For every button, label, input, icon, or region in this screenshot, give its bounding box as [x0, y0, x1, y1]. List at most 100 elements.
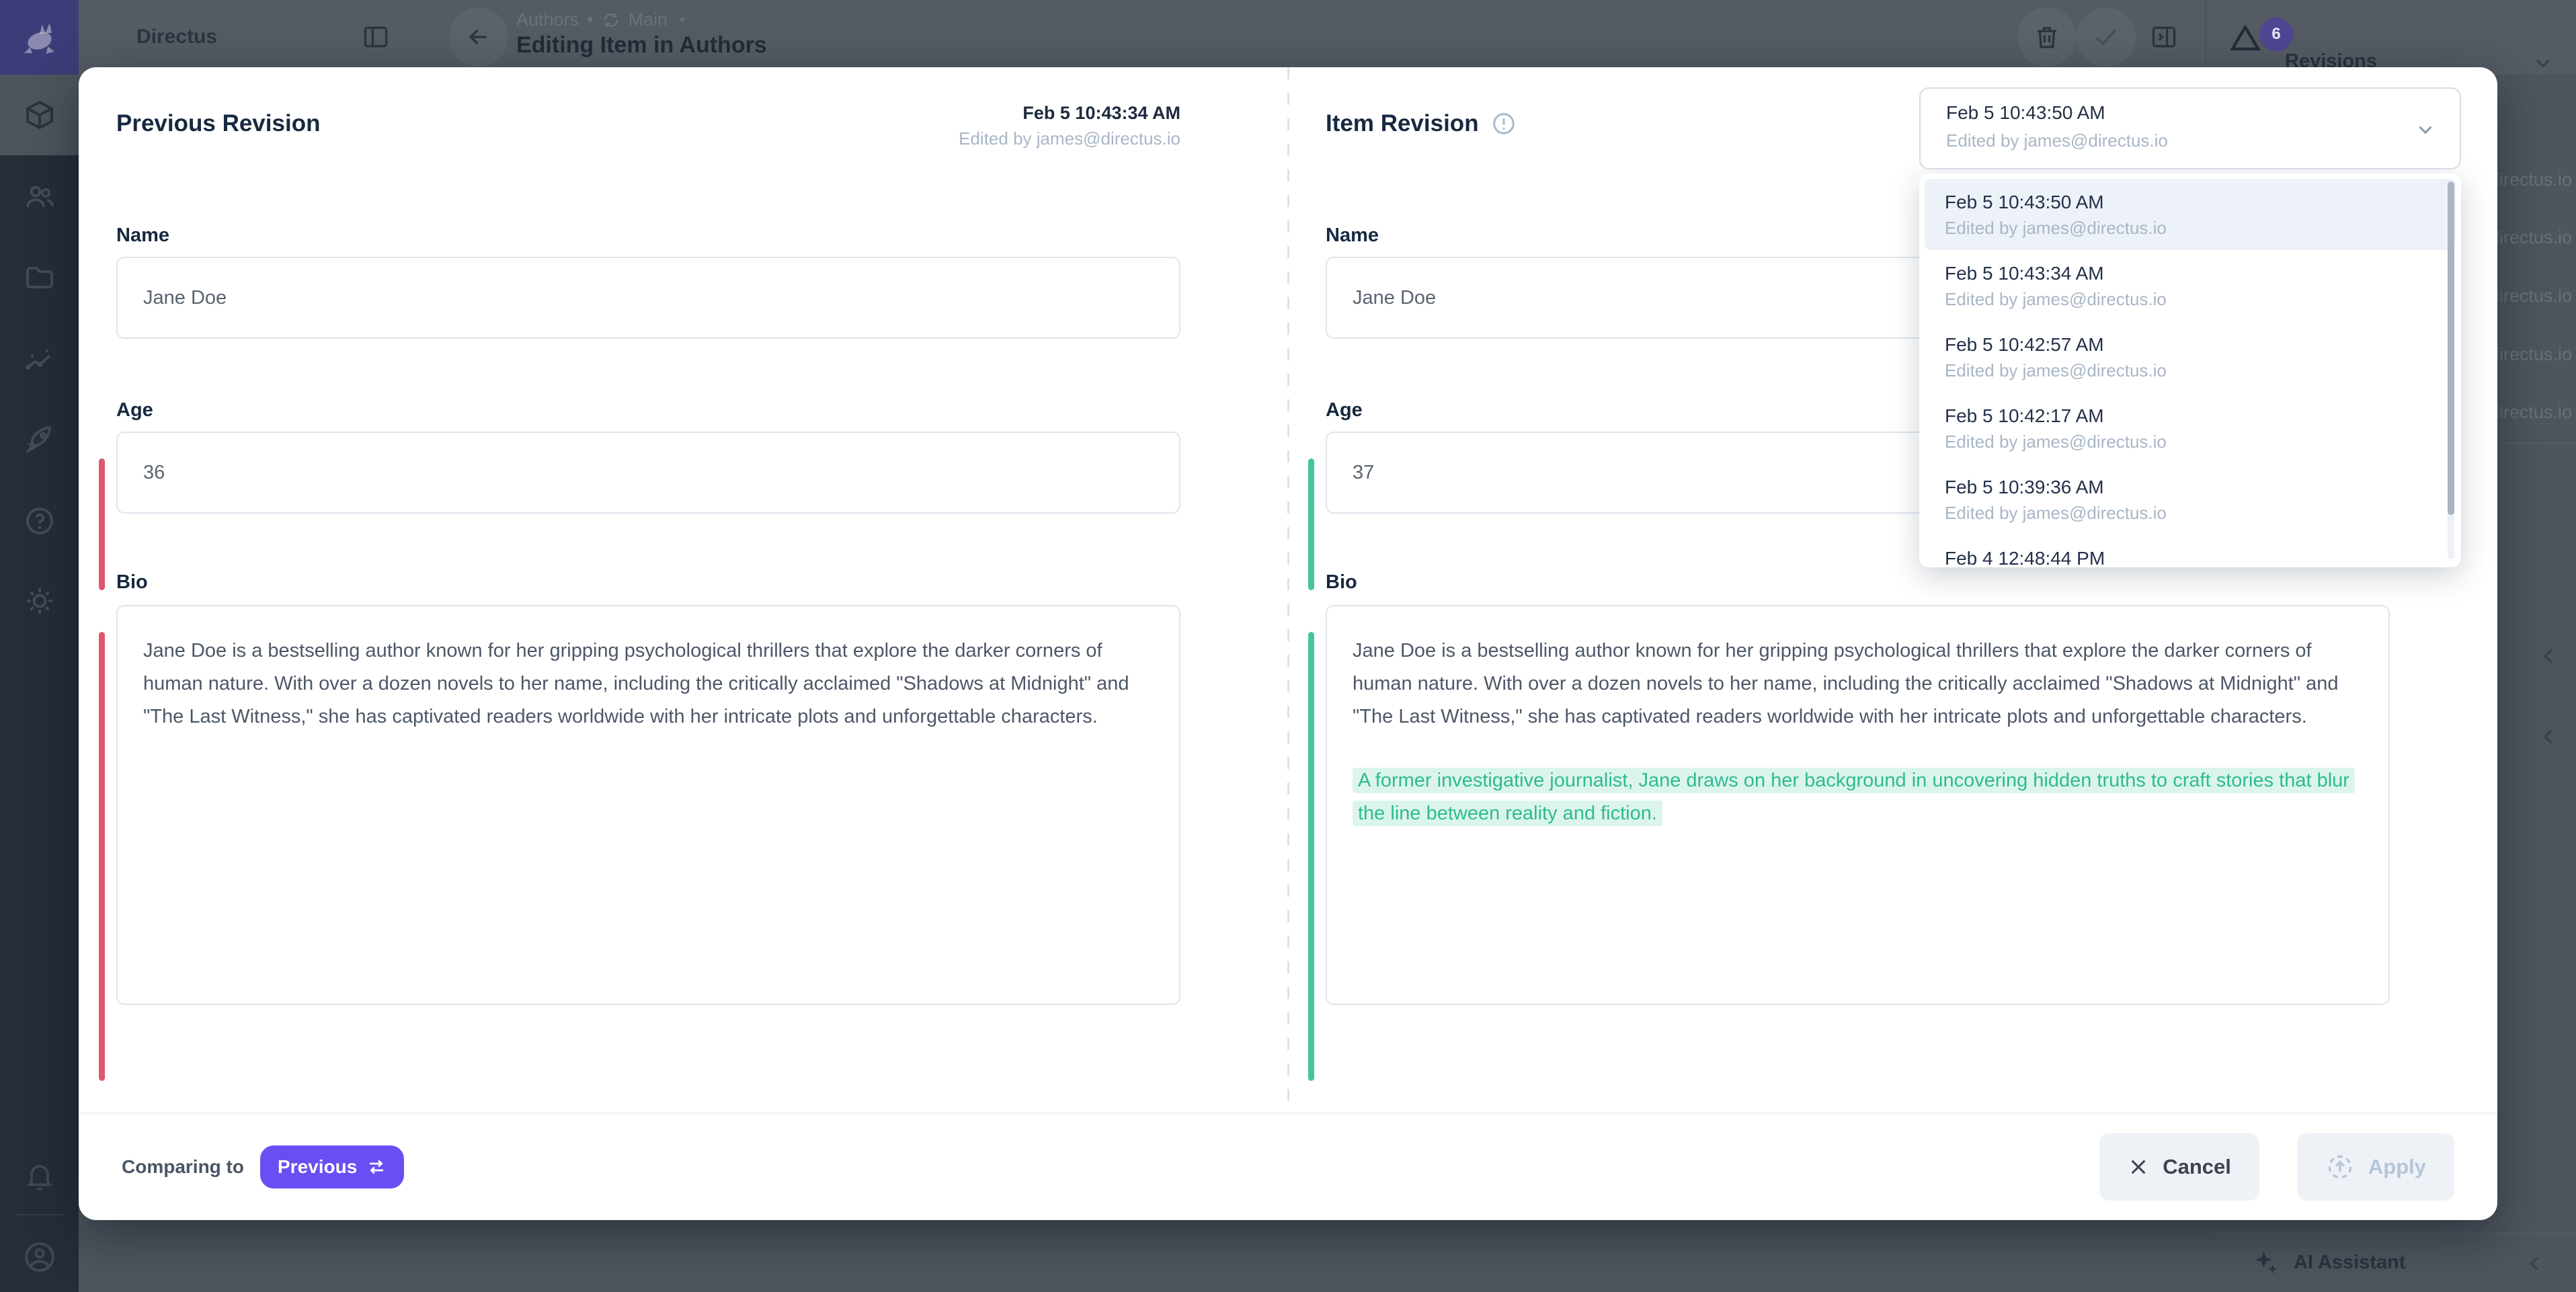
item-revision-title: Item Revision	[1326, 110, 1479, 137]
help-icon	[24, 505, 56, 537]
revisions-collapse-chevron-icon[interactable]	[2531, 51, 2555, 75]
avatar-icon	[22, 1240, 57, 1275]
close-icon	[2128, 1156, 2149, 1178]
compare-target-button[interactable]: Previous	[260, 1145, 404, 1188]
page-title: Editing Item in Authors	[516, 32, 767, 58]
trash-icon[interactable]	[2017, 7, 2077, 67]
revision-option[interactable]: Feb 5 10:43:50 AM Edited by james@direct…	[1925, 179, 2456, 250]
revision-option[interactable]: Feb 5 10:42:17 AM Edited by james@direct…	[1925, 393, 2456, 464]
revision-select[interactable]: Feb 5 10:43:50 AM Edited by james@direct…	[1919, 87, 2461, 169]
revision-option[interactable]: Feb 5 10:42:57 AM Edited by james@direct…	[1925, 321, 2456, 393]
cancel-label: Cancel	[2163, 1155, 2231, 1179]
revision-option-time: Feb 4 12:48:44 PM	[1945, 546, 2436, 567]
sparkles-icon	[2252, 1249, 2280, 1277]
previous-revision-column: Previous Revision Feb 5 10:43:34 AM Edit…	[79, 67, 1288, 1113]
revision-option[interactable]: Feb 5 10:39:36 AM Edited by james@direct…	[1925, 464, 2456, 535]
sidebar-item-users[interactable]	[0, 157, 79, 237]
breadcrumb-version[interactable]: Main	[629, 9, 668, 30]
apply-upload-icon	[2325, 1152, 2355, 1182]
revision-option-time: Feb 5 10:43:50 AM	[1945, 190, 2436, 215]
column-dashed-divider	[1287, 67, 1289, 1113]
name-field-group: Name Jane Doe	[116, 222, 1180, 339]
previous-revision-editor: Edited by james@directus.io	[959, 125, 1180, 152]
bio-text: Jane Doe is a bestselling author known f…	[1353, 635, 2363, 733]
toolbar-divider	[2205, 0, 2206, 75]
folder-icon	[24, 261, 56, 294]
sidebar-item-settings[interactable]	[0, 561, 79, 641]
revision-option-editor: Edited by james@directus.io	[1945, 359, 2436, 382]
info-icon	[1491, 111, 1517, 136]
apply-button[interactable]: Apply	[2297, 1133, 2454, 1201]
app-root: Directus Authors • Main Editing Item in …	[0, 0, 2576, 1292]
check-icon[interactable]	[2077, 7, 2136, 67]
version-sync-icon	[602, 11, 620, 30]
age-input: 36	[116, 432, 1180, 514]
removed-change-marker	[99, 632, 105, 1081]
sidebar-item-content[interactable]	[0, 75, 79, 155]
revision-option-time: Feb 5 10:43:34 AM	[1945, 261, 2436, 286]
revision-compare-modal: Previous Revision Feb 5 10:43:34 AM Edit…	[79, 67, 2497, 1220]
age-label: Age	[116, 397, 1180, 423]
bell-icon	[24, 1160, 56, 1193]
compare-target-label: Previous	[278, 1156, 357, 1178]
revision-option[interactable]: Feb 5 10:43:34 AM Edited by james@direct…	[1925, 250, 2456, 321]
sidebar-item-marketplace[interactable]	[0, 399, 79, 479]
previous-revision-timestamp: Feb 5 10:43:34 AM	[959, 101, 1180, 125]
added-change-marker	[1308, 458, 1314, 590]
bio-field-group: Bio Jane Doe is a bestselling author kno…	[116, 569, 1180, 1005]
ai-collapse-chevron-icon[interactable]	[2522, 1252, 2546, 1276]
user-avatar[interactable]	[0, 1217, 79, 1292]
collapse-sidebar-icon[interactable]	[346, 7, 405, 67]
revisions-delta-icon[interactable]	[2227, 0, 2263, 75]
revision-select-value: Feb 5 10:43:50 AM	[1946, 102, 2105, 124]
module-bar	[0, 0, 79, 1292]
apply-label: Apply	[2368, 1155, 2426, 1179]
bio-added-text: A former investigative journalist, Jane …	[1353, 764, 2363, 830]
cancel-button[interactable]: Cancel	[2099, 1133, 2259, 1201]
breadcrumb[interactable]: Authors • Main	[516, 9, 689, 30]
bio-textarea: Jane Doe is a bestselling author known f…	[116, 605, 1180, 1005]
people-icon	[24, 181, 56, 213]
scrollbar-thumb[interactable]	[2448, 181, 2454, 515]
project-name: Directus	[136, 26, 217, 48]
dropdown-scrollbar[interactable]	[2448, 181, 2454, 559]
ai-assistant-bar[interactable]: AI Assistant	[2214, 1233, 2576, 1292]
revision-option[interactable]: Feb 4 12:48:44 PM Edited by james@direct…	[1925, 535, 2456, 567]
revisions-count-badge: 6	[2259, 17, 2293, 51]
sidebar-item-files[interactable]	[0, 237, 79, 318]
chevron-down-icon	[2414, 118, 2437, 141]
revision-option-time: Feb 5 10:42:17 AM	[1945, 403, 2436, 429]
bio-field-group: Bio Jane Doe is a bestselling author kno…	[1326, 569, 2390, 1005]
back-button[interactable]	[449, 7, 508, 67]
revision-option-editor: Edited by james@directus.io	[1945, 216, 2436, 239]
directus-logo[interactable]	[0, 0, 79, 75]
settings-icon	[24, 585, 56, 617]
breadcrumb-separator: •	[587, 9, 593, 30]
bio-label: Bio	[116, 569, 1180, 596]
revision-option-time: Feb 5 10:42:57 AM	[1945, 332, 2436, 358]
ai-assistant-label: AI Assistant	[2294, 1252, 2406, 1274]
box-icon	[24, 99, 56, 131]
bio-label: Bio	[1326, 569, 2390, 596]
added-change-marker	[1308, 632, 1314, 1081]
comparing-to-label: Comparing to	[122, 1156, 244, 1178]
right-panel-icon[interactable]	[2134, 7, 2193, 67]
panel-collapse-chevron-icon[interactable]	[2536, 724, 2561, 750]
revision-dropdown-menu: Feb 5 10:43:50 AM Edited by james@direct…	[1919, 173, 2461, 567]
directus-logo-icon	[20, 18, 59, 57]
sidebar-divider	[15, 1214, 64, 1215]
notifications-button[interactable]	[0, 1136, 79, 1217]
name-label: Name	[116, 222, 1180, 249]
revision-option-time: Feb 5 10:39:36 AM	[1945, 475, 2436, 500]
sidebar-item-insights[interactable]	[0, 319, 79, 400]
name-input: Jane Doe	[116, 257, 1180, 339]
panel-collapse-chevron-icon[interactable]	[2536, 643, 2561, 669]
age-field-group: Age 36	[116, 397, 1180, 514]
bio-text: Jane Doe is a bestselling author known f…	[143, 635, 1154, 733]
breadcrumb-collection[interactable]: Authors	[516, 9, 579, 30]
swap-arrows-icon	[366, 1157, 387, 1177]
rocket-icon	[24, 423, 56, 455]
removed-change-marker	[99, 458, 105, 590]
modal-footer: Comparing to Previous Cancel Apply	[79, 1113, 2497, 1220]
sidebar-item-help[interactable]	[0, 481, 79, 561]
